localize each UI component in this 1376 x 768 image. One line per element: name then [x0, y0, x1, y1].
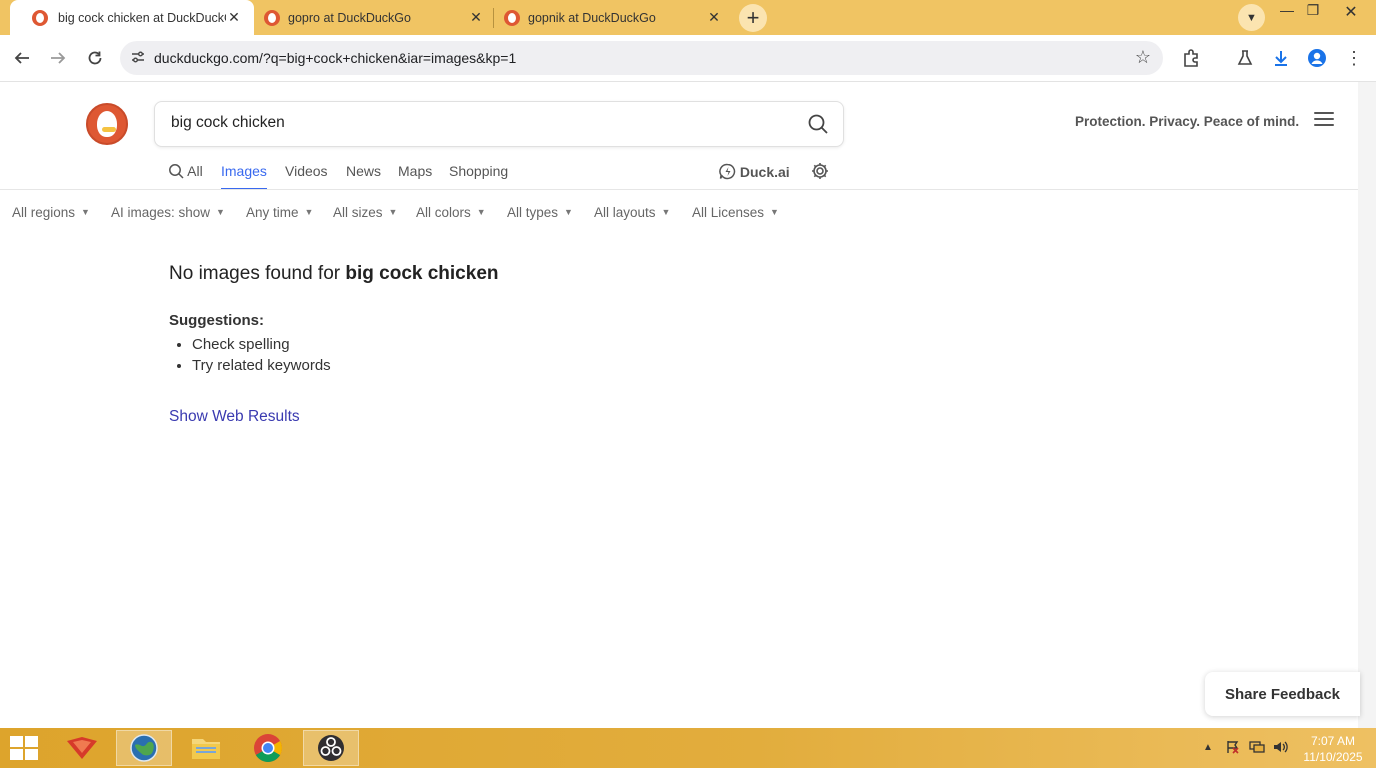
taskbar-obs-icon[interactable] — [303, 730, 359, 766]
chevron-down-icon: ▼ — [216, 207, 225, 217]
no-images-prefix: No images found for — [169, 263, 341, 284]
duckduckgo-logo[interactable] — [86, 103, 128, 145]
taskbar-clock[interactable]: 7:07 AM 11/10/2025 — [1300, 733, 1366, 765]
reload-icon[interactable] — [84, 47, 106, 69]
chevron-down-icon: ▼ — [770, 207, 779, 217]
browser-menu-icon[interactable]: ⋮ — [1343, 47, 1365, 69]
duckduckgo-favicon-icon — [504, 10, 520, 26]
browser-tab-strip: big cock chicken at DuckDuckGo ✕ gopro a… — [0, 0, 1376, 35]
list-item: Try related keywords — [192, 356, 331, 377]
show-web-results-link[interactable]: Show Web Results — [169, 408, 300, 426]
suggestions-list: Check spelling Try related keywords — [192, 335, 331, 377]
clock-time: 7:07 AM — [1310, 734, 1356, 748]
chevron-down-icon: ▼ — [661, 207, 671, 217]
nav-divider — [0, 189, 1358, 190]
duck-ai-label: Duck.ai — [739, 164, 790, 180]
taskbar-chrome-icon[interactable] — [240, 730, 296, 766]
bookmark-star-icon[interactable]: ☆ — [1135, 47, 1151, 68]
tray-flag-icon[interactable] — [1226, 740, 1240, 757]
share-feedback-button[interactable]: Share Feedback — [1205, 672, 1360, 716]
filter-color[interactable]: All colors ▼ — [416, 205, 486, 220]
filter-time[interactable]: Any time ▼ — [246, 205, 313, 220]
back-arrow-icon[interactable] — [11, 47, 33, 69]
chevron-down-icon: ▼ — [304, 207, 314, 217]
close-window-icon[interactable]: ✕ — [1336, 2, 1366, 22]
taskbar-file-explorer-icon[interactable] — [178, 730, 234, 766]
tab-all[interactable]: All — [168, 163, 203, 190]
filter-size[interactable]: All sizes ▼ — [333, 205, 397, 220]
browser-toolbar: duckduckgo.com/?q=big+cock+chicken&iar=i… — [0, 35, 1376, 82]
search-box — [154, 101, 844, 147]
chevron-down-icon: ▼ — [388, 207, 398, 217]
url-text[interactable]: duckduckgo.com/?q=big+cock+chicken&iar=i… — [154, 50, 516, 66]
tab-shopping[interactable]: Shopping — [449, 163, 508, 190]
browser-tab-2[interactable]: gopro at DuckDuckGo ✕ — [242, 0, 492, 35]
no-images-query: big cock chicken — [345, 263, 499, 284]
profile-avatar-icon[interactable] — [1306, 47, 1328, 69]
search-icon — [169, 164, 184, 179]
filter-type[interactable]: All types ▼ — [507, 205, 573, 220]
tab-search-chevron-icon[interactable]: ▼ — [1238, 4, 1265, 31]
tab-maps[interactable]: Maps — [398, 163, 432, 190]
duck-ai-button[interactable]: Duck.ai — [719, 163, 790, 190]
close-tab-icon[interactable]: ✕ — [226, 9, 242, 26]
search-input[interactable] — [171, 114, 791, 132]
taskbar-app-red-icon[interactable] — [54, 730, 110, 766]
header-tagline: Protection. Privacy. Peace of mind. — [1075, 114, 1300, 129]
tab-title: gopro at DuckDuckGo — [288, 11, 411, 25]
address-bar[interactable]: duckduckgo.com/?q=big+cock+chicken&iar=i… — [120, 41, 1163, 75]
filter-ai-images[interactable]: AI images: show ▼ — [111, 205, 225, 220]
windows-start-icon[interactable] — [10, 736, 38, 760]
tray-volume-icon[interactable] — [1273, 740, 1289, 757]
extensions-puzzle-icon[interactable] — [1180, 47, 1202, 69]
hamburger-menu-icon[interactable] — [1314, 112, 1334, 130]
chevron-down-icon: ▼ — [476, 207, 486, 217]
chevron-down-icon: ▼ — [564, 207, 573, 217]
tray-network-icon[interactable] — [1249, 740, 1265, 757]
show-hidden-icons-chevron-icon[interactable]: ▲ — [1203, 742, 1213, 753]
new-tab-button[interactable]: + — [739, 4, 767, 32]
duckduckgo-favicon-icon — [32, 10, 48, 26]
tab-images[interactable]: Images — [221, 163, 267, 190]
list-item: Check spelling — [192, 335, 331, 356]
duckduckgo-favicon-icon — [264, 10, 280, 26]
forward-arrow-icon[interactable] — [47, 47, 69, 69]
tab-all-label: All — [187, 163, 203, 179]
restore-window-icon[interactable]: ❐ — [1298, 2, 1328, 19]
browser-tab-1[interactable]: big cock chicken at DuckDuckGo ✕ — [10, 0, 254, 35]
no-images-message: No images found for big cock chicken — [169, 263, 499, 285]
tab-title: gopnik at DuckDuckGo — [528, 11, 656, 25]
settings-gear-icon[interactable] — [810, 161, 830, 188]
chevron-down-icon: ▼ — [81, 207, 90, 217]
duck-ai-icon — [719, 163, 736, 180]
search-icon[interactable] — [807, 113, 829, 135]
filter-layout[interactable]: All layouts ▼ — [594, 205, 670, 220]
clock-date: 11/10/2025 — [1303, 750, 1363, 764]
download-icon[interactable] — [1270, 47, 1292, 69]
filter-license[interactable]: All Licenses ▼ — [692, 205, 779, 220]
site-settings-icon[interactable] — [130, 49, 146, 68]
filter-region[interactable]: All regions ▼ — [12, 205, 90, 220]
labs-flask-icon[interactable] — [1234, 47, 1256, 69]
tab-news[interactable]: News — [346, 163, 381, 190]
taskbar-app-globe-icon[interactable] — [116, 730, 172, 766]
tab-videos[interactable]: Videos — [285, 163, 328, 190]
close-tab-icon[interactable]: ✕ — [706, 9, 722, 26]
windows-taskbar: ▲ — [0, 728, 1376, 768]
page-scrollbar[interactable] — [1358, 82, 1376, 728]
browser-tab-3[interactable]: gopnik at DuckDuckGo ✕ — [482, 0, 732, 35]
suggestions-title: Suggestions: — [169, 312, 265, 329]
tab-title: big cock chicken at DuckDuckGo — [58, 11, 226, 25]
